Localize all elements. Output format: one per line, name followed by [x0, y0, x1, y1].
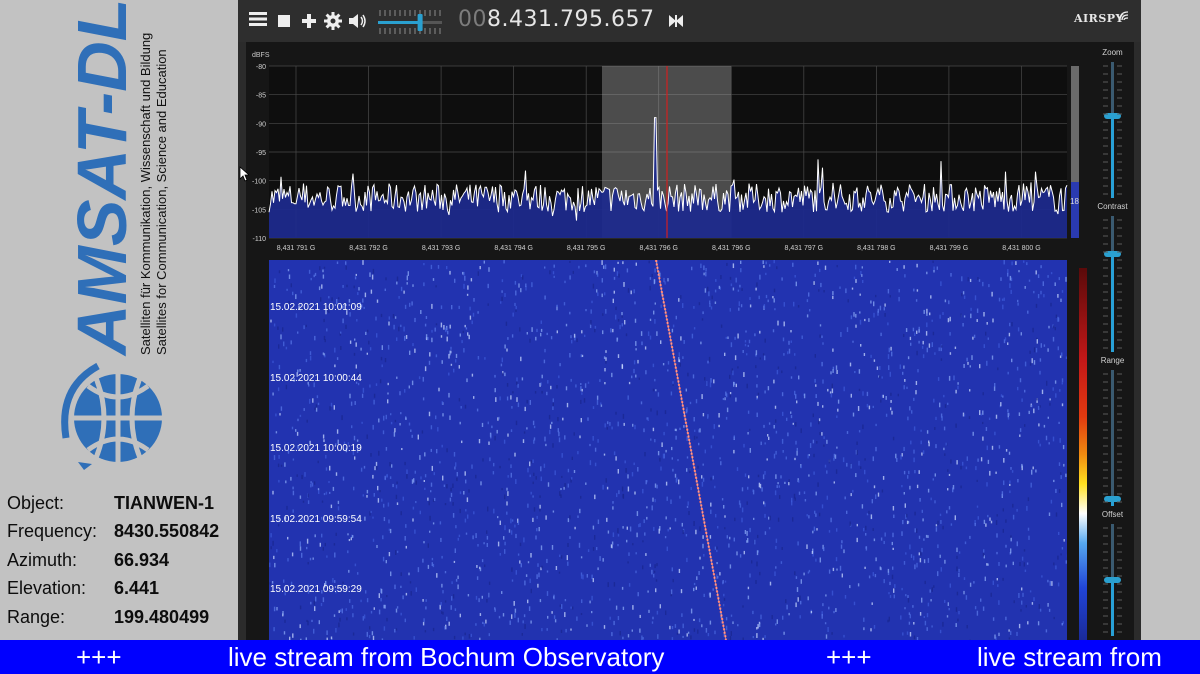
waterfall-timestamp: 15.02.2021 09:59:29	[270, 584, 362, 595]
waterfall-timestamp: 15.02.2021 09:59:54	[270, 514, 362, 525]
side-level-value: 18	[1070, 197, 1079, 206]
bowtie-icon[interactable]	[666, 11, 686, 31]
display-sliders: Zoom Contrast Range Offset	[1091, 42, 1134, 640]
mouse-cursor-icon	[239, 166, 249, 182]
waterfall-timestamp: 15.02.2021 10:00:19	[270, 443, 362, 454]
ticker-separator: +++	[76, 642, 122, 672]
frequency-leading-digits[interactable]: 00	[458, 7, 487, 32]
frequency-display[interactable]: 008.431.795.657	[458, 7, 654, 32]
y-tick-label: -110	[253, 236, 267, 243]
info-row-elevation: Elevation: 6.441	[7, 575, 235, 604]
waterfall-color-scale	[1079, 268, 1087, 640]
tagline-de: Satelliten für Kommunikation, Wissenscha…	[138, 33, 153, 355]
waterfall-display[interactable]: 15.02.2021 10:01:09 15.02.2021 10:00:44 …	[269, 260, 1067, 640]
y-tick-label: -80	[256, 64, 266, 71]
x-tick-label: 8,431 795 G	[567, 245, 606, 252]
info-value: 6.441	[114, 578, 160, 599]
info-label: Frequency:	[7, 521, 98, 542]
plus-icon[interactable]	[299, 11, 319, 31]
tagline-en: Satellites for Communication, Science an…	[154, 49, 169, 355]
sdr-window: 008.431.795.657 AIRSPY dBFS -80 -85 -90 -95…	[238, 0, 1141, 640]
spectrum-area: dBFS -80 -85 -90 -95 -100 -105 -110 8,431 791 …	[246, 42, 1134, 640]
x-tick-label: 8,431 799 G	[930, 245, 969, 252]
info-row-range: Range: 199.480499	[7, 603, 235, 632]
y-tick-label: -95	[256, 150, 266, 157]
ticker-message: live stream from	[977, 642, 1162, 672]
info-label: Elevation:	[7, 578, 87, 599]
stop-icon[interactable]	[274, 11, 294, 31]
speaker-icon[interactable]	[348, 11, 368, 31]
x-tick-label: 8,431 791 G	[277, 245, 316, 252]
info-row-frequency: Frequency: 8430.550842	[7, 518, 235, 547]
x-tick-label: 8,431 796 G	[639, 245, 678, 252]
x-tick-label: 8,431 793 G	[422, 245, 461, 252]
info-label: Azimuth:	[7, 549, 78, 570]
wifi-icon	[1119, 11, 1129, 21]
info-value: 8430.550842	[114, 521, 220, 542]
gear-icon[interactable]	[323, 11, 343, 31]
x-tick-label: 8,431 796 G	[712, 245, 751, 252]
info-row-azimuth: Azimuth: 66.934	[7, 546, 235, 575]
waterfall-timestamp: 15.02.2021 10:01:09	[270, 302, 362, 313]
info-label: Object:	[7, 492, 65, 513]
waterfall-timestamp: 15.02.2021 10:00:44	[270, 373, 362, 384]
tracking-info: Object: TIANWEN-1 Frequency: 8430.550842…	[7, 489, 235, 632]
info-row-object: Object: TIANWEN-1	[7, 489, 235, 518]
frequency-digits[interactable]: 8.431.795.657	[487, 7, 654, 32]
airspy-logo: AIRSPY	[1074, 12, 1124, 25]
info-value: 199.480499	[114, 606, 210, 627]
news-ticker: +++ live stream from Bochum Observatory …	[0, 640, 1200, 674]
y-tick-label: -90	[256, 121, 266, 128]
menu-icon[interactable]	[248, 11, 268, 31]
x-tick-label: 8,431 798 G	[857, 245, 896, 252]
info-value: 66.934	[114, 549, 170, 570]
station-info-panel: AMSAT-DL Satelliten für Kommunikation, W…	[0, 0, 238, 640]
logo-text: AMSAT-DL	[63, 0, 141, 357]
x-tick-label: 8,431 800 G	[1002, 245, 1041, 252]
spectrum-plot[interactable]: dBFS -80 -85 -90 -95 -100 -105 -110 8,431 791 …	[246, 42, 1081, 260]
ticker-separator: +++	[826, 642, 872, 672]
info-label: Range:	[7, 606, 66, 627]
x-tick-label: 8,431 792 G	[349, 245, 388, 252]
x-tick-label: 8,431 794 G	[494, 245, 533, 252]
right-margin	[1141, 0, 1200, 640]
y-tick-label: -85	[256, 93, 266, 100]
y-tick-label: -100	[252, 179, 266, 186]
amsat-dl-logo: AMSAT-DL Satelliten für Kommunikation, W…	[61, 0, 169, 470]
ticker-message: live stream from Bochum Observatory	[228, 642, 665, 672]
volume-slider[interactable]	[376, 8, 446, 36]
x-tick-label: 8,431 797 G	[785, 245, 824, 252]
toolbar: 008.431.795.657 AIRSPY	[238, 0, 1141, 42]
info-value: TIANWEN-1	[114, 492, 214, 513]
y-tick-label: -105	[252, 207, 266, 214]
